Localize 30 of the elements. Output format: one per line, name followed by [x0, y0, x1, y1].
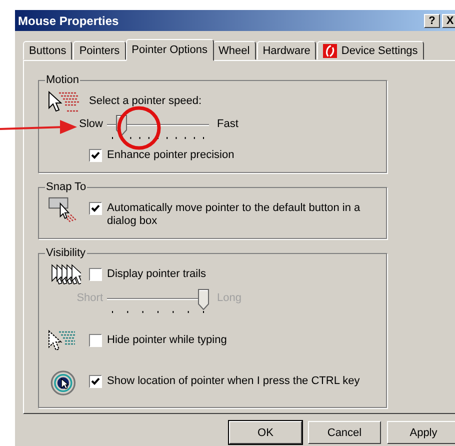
group-title: Snap To: [45, 181, 88, 193]
group-title: Motion: [45, 74, 80, 86]
slider-min-label: Slow: [78, 117, 103, 130]
group-title: Visibility: [45, 247, 87, 259]
slider-max-label: Fast: [217, 117, 240, 130]
dialog-button[interactable]: Apply: [387, 421, 455, 444]
checkbox-label: Hide pointer while typing: [107, 334, 227, 347]
dialog-button[interactable]: Cancel: [308, 421, 381, 444]
checkbox[interactable]: [89, 202, 102, 215]
tab[interactable]: Wheel: [212, 41, 256, 60]
tab[interactable]: Hardware: [256, 41, 316, 60]
help-button[interactable]: ?: [424, 14, 440, 28]
checkbox-label: Automatically move pointer to the default button in a dialog box: [107, 202, 362, 228]
tab[interactable]: Pointers: [73, 41, 126, 60]
close-button[interactable]: X: [442, 14, 455, 28]
checkbox-label: Enhance pointer precision: [107, 149, 234, 162]
checkbox[interactable]: [89, 375, 102, 388]
tab[interactable]: Buttons: [23, 41, 72, 60]
checkbox-label: Show location of pointer when I press the CTRL key: [107, 375, 360, 388]
tab[interactable]: Device Settings: [317, 41, 424, 60]
tab[interactable]: Pointer Options: [126, 39, 214, 61]
checkbox[interactable]: [89, 334, 102, 347]
checkbox[interactable]: [89, 268, 102, 281]
checkbox-label: Display pointer trails: [107, 268, 206, 281]
speed-prompt: Select a pointer speed:: [89, 95, 203, 107]
highlight-circle: [116, 106, 162, 150]
device-icon: [323, 44, 338, 58]
dialog-button[interactable]: OK: [229, 421, 302, 444]
checkbox[interactable]: [89, 149, 102, 162]
window-title: Mouse Properties: [18, 14, 120, 28]
